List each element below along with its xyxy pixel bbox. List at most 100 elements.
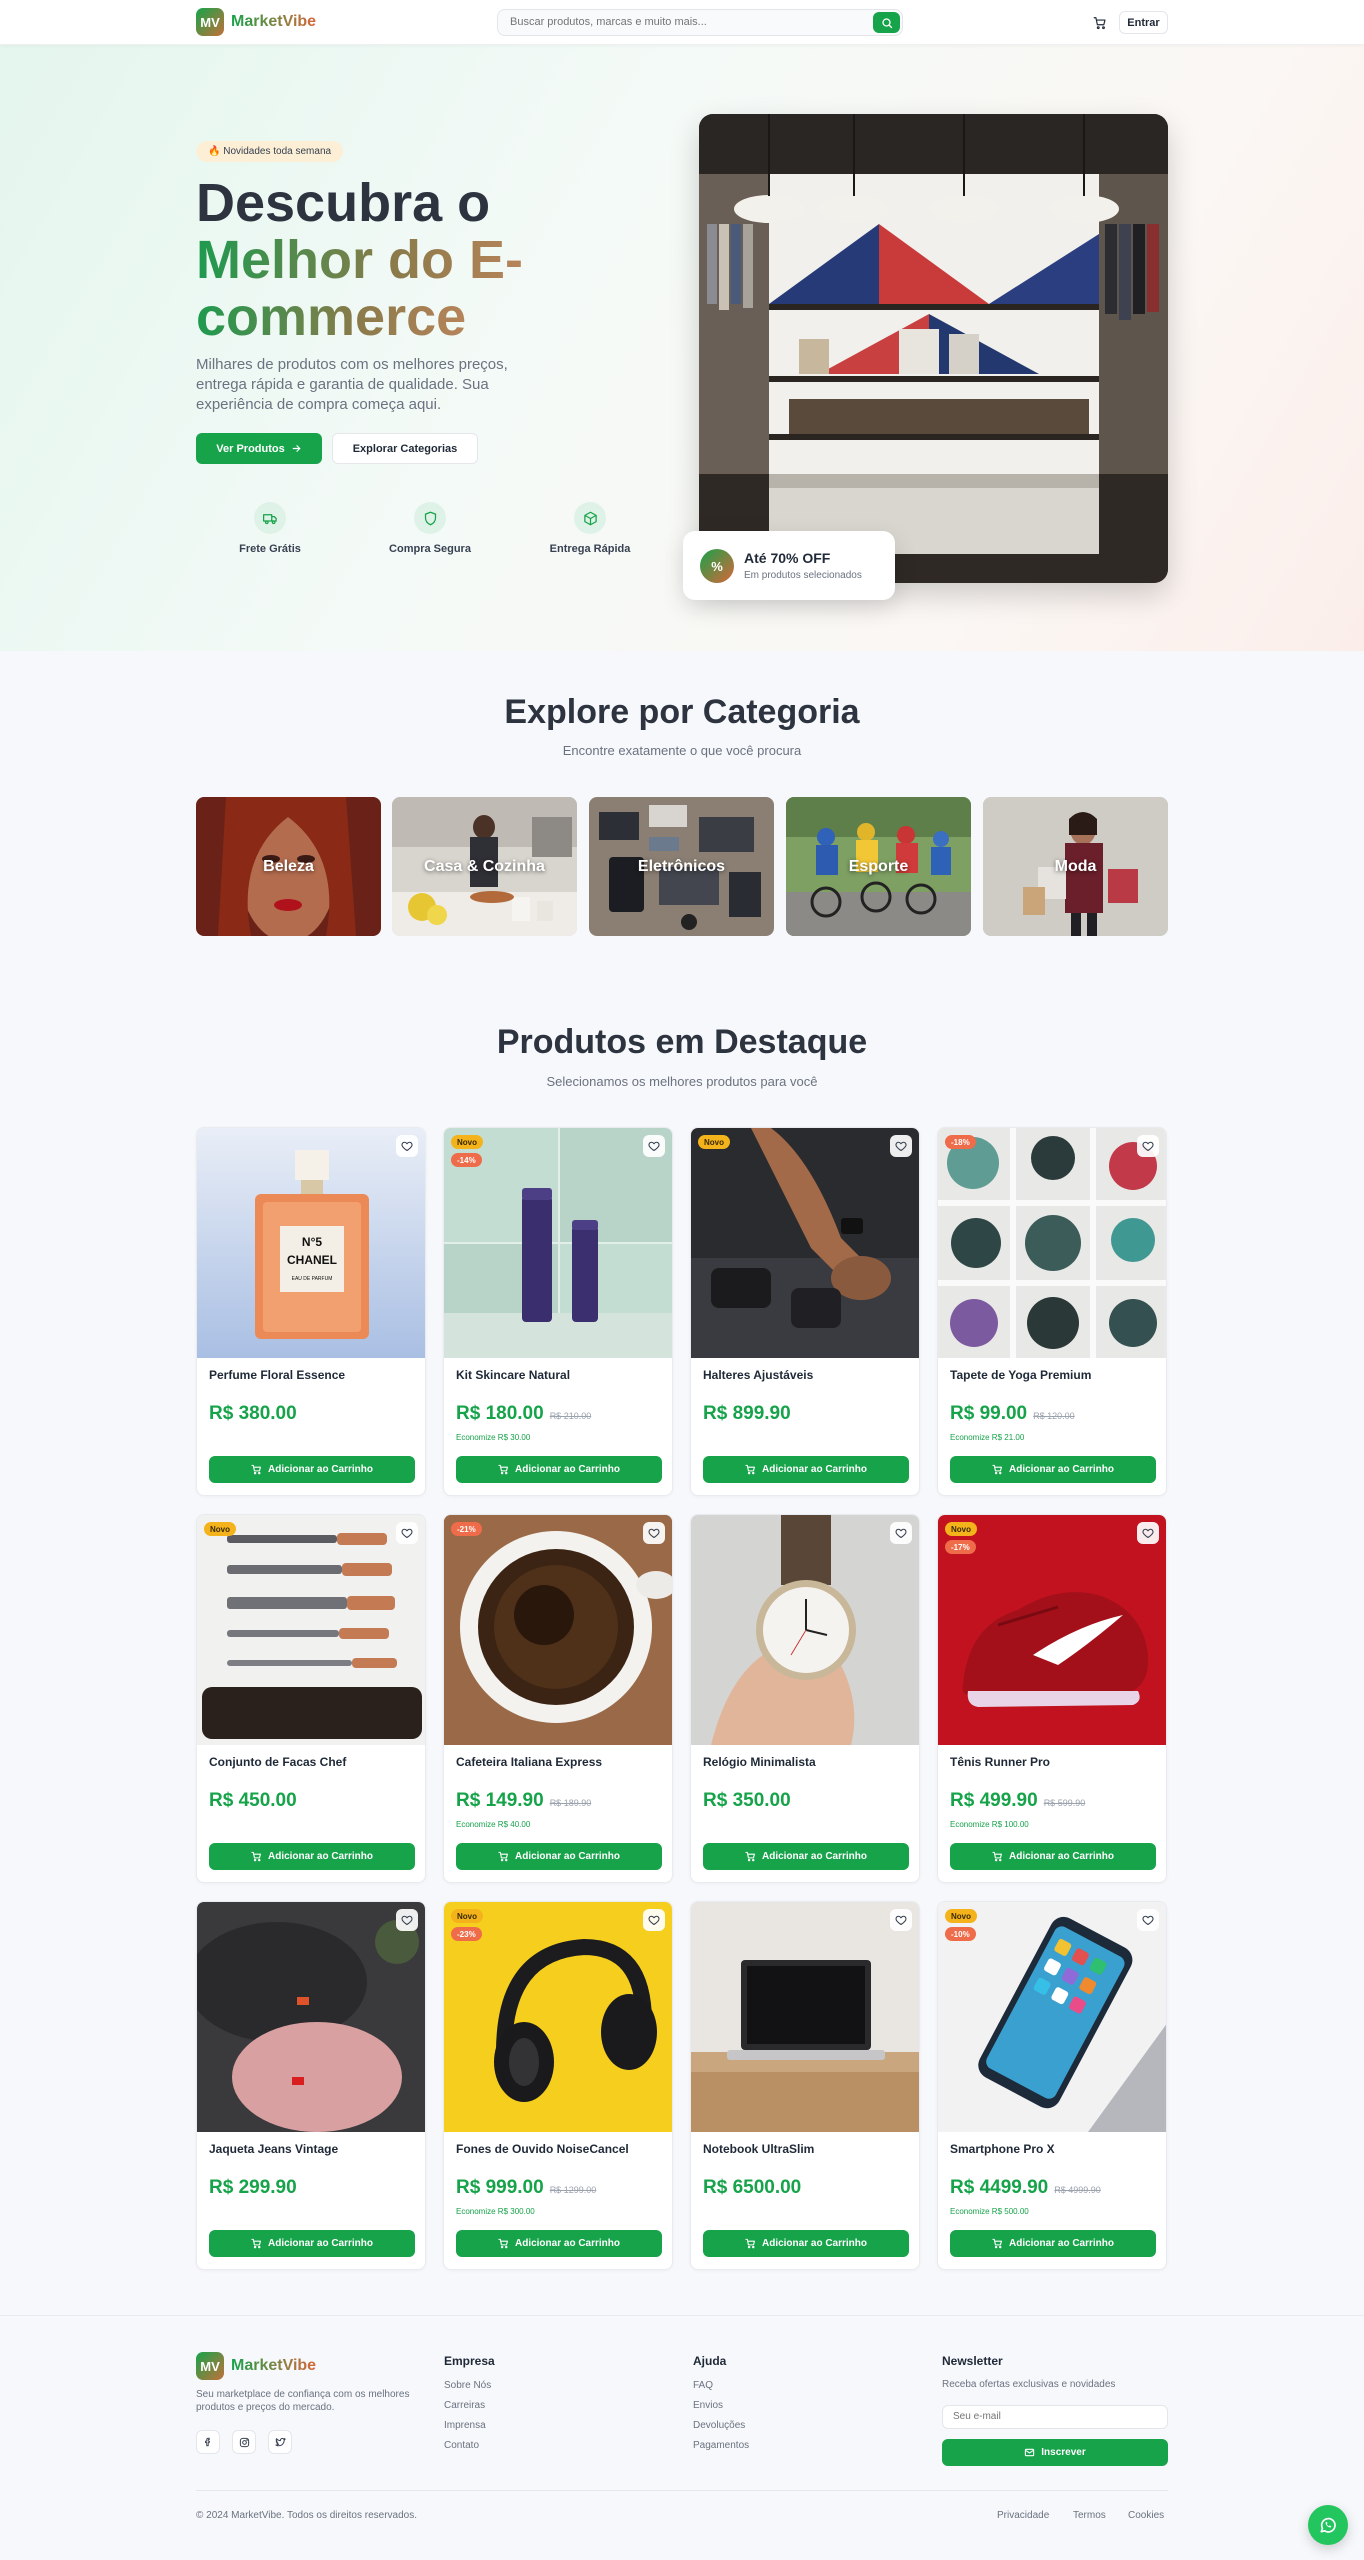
add-to-cart-button[interactable]: Adicionar ao Carrinho bbox=[456, 1843, 662, 1870]
cart-icon bbox=[992, 1851, 1002, 1862]
hero-title-line1: Descubra o bbox=[196, 173, 491, 233]
company-title: Empresa bbox=[444, 2354, 495, 2368]
add-to-cart-button[interactable]: Adicionar ao Carrinho bbox=[950, 2230, 1156, 2257]
favorite-button[interactable] bbox=[1137, 1909, 1159, 1931]
instagram-button[interactable] bbox=[232, 2430, 256, 2454]
product-name[interactable]: Notebook UltraSlim bbox=[703, 2142, 814, 2156]
price-row: R$ 380.00 bbox=[209, 1403, 297, 1425]
subscribe-label: Inscrever bbox=[1041, 2447, 1086, 2458]
explore-categories-button[interactable]: Explorar Categorias bbox=[332, 433, 478, 464]
product-name[interactable]: Kit Skincare Natural bbox=[456, 1368, 570, 1382]
product-card[interactable]: Novo Conjunto de Facas Chef R$ 450.00 Ad… bbox=[196, 1514, 426, 1883]
footer-link-payments[interactable]: Pagamentos bbox=[693, 2440, 749, 2451]
product-card[interactable]: Novo -14% Kit Skincare Natural R$ 180.00… bbox=[443, 1127, 673, 1496]
favorite-button[interactable] bbox=[643, 1909, 665, 1931]
footer-logo[interactable]: MV MarketVibe bbox=[196, 2352, 316, 2380]
add-to-cart-button[interactable]: Adicionar ao Carrinho bbox=[703, 2230, 909, 2257]
favorite-button[interactable] bbox=[890, 1135, 912, 1157]
price-row: R$ 499.90 R$ 599.90 bbox=[950, 1790, 1085, 1812]
add-to-cart-button[interactable]: Adicionar ao Carrinho bbox=[703, 1843, 909, 1870]
product-card[interactable]: Novo -17% Tênis Runner Pro R$ 499.90 R$ 5… bbox=[937, 1514, 1167, 1883]
favorite-button[interactable] bbox=[396, 1135, 418, 1157]
category-label: Eletrônicos bbox=[637, 857, 726, 875]
favorite-button[interactable] bbox=[1137, 1135, 1159, 1157]
product-image-beanies bbox=[197, 1902, 425, 2132]
product-card[interactable]: -21% Cafeteira Italiana Express R$ 149.9… bbox=[443, 1514, 673, 1883]
add-to-cart-button[interactable]: Adicionar ao Carrinho bbox=[950, 1456, 1156, 1483]
facebook-button[interactable] bbox=[196, 2430, 220, 2454]
product-name[interactable]: Tapete de Yoga Premium bbox=[950, 1368, 1091, 1382]
add-to-cart-button[interactable]: Adicionar ao Carrinho bbox=[456, 1456, 662, 1483]
product-name[interactable]: Relógio Minimalista bbox=[703, 1755, 816, 1769]
cart-icon bbox=[251, 1851, 261, 1862]
favorite-button[interactable] bbox=[1137, 1522, 1159, 1544]
product-name[interactable]: Jaqueta Jeans Vintage bbox=[209, 2142, 338, 2156]
logo-text: MarketVibe bbox=[231, 13, 317, 30]
product-name[interactable]: Fones de Ouvido NoiseCancel bbox=[456, 2142, 629, 2156]
add-to-cart-button[interactable]: Adicionar ao Carrinho bbox=[209, 2230, 415, 2257]
cart-icon bbox=[992, 2238, 1002, 2249]
cart-button[interactable] bbox=[1090, 13, 1110, 33]
category-card-eletronicos[interactable]: Eletrônicos bbox=[589, 797, 774, 936]
footer-link-press[interactable]: Imprensa bbox=[444, 2420, 486, 2431]
price-row: R$ 299.90 bbox=[209, 2177, 297, 2199]
footer-link-terms[interactable]: Termos bbox=[1073, 2510, 1106, 2521]
site-logo[interactable]: MV MarketVibe bbox=[196, 8, 316, 36]
product-card[interactable]: N°5 CHANEL EAU DE PARFUM Perfume Floral … bbox=[196, 1127, 426, 1496]
product-card[interactable]: -18% Tapete de Yoga Premium R$ 99.00 R$ 1… bbox=[937, 1127, 1167, 1496]
footer-link-returns[interactable]: Devoluções bbox=[693, 2420, 745, 2431]
product-name[interactable]: Halteres Ajustáveis bbox=[703, 1368, 813, 1382]
old-price: R$ 1299.00 bbox=[549, 2185, 597, 2195]
add-to-cart-button[interactable]: Adicionar ao Carrinho bbox=[209, 1456, 415, 1483]
product-image-perfume: N°5 CHANEL EAU DE PARFUM bbox=[197, 1128, 425, 1358]
product-name[interactable]: Cafeteira Italiana Express bbox=[456, 1755, 602, 1769]
favorite-button[interactable] bbox=[890, 1522, 912, 1544]
price-row: R$ 149.90 R$ 189.90 bbox=[456, 1790, 591, 1812]
newsletter-email-input[interactable] bbox=[953, 2411, 1153, 2422]
product-name[interactable]: Tênis Runner Pro bbox=[950, 1755, 1050, 1769]
truck-icon bbox=[262, 513, 277, 524]
whatsapp-button[interactable] bbox=[1308, 2505, 1348, 2545]
twitter-button[interactable] bbox=[268, 2430, 292, 2454]
favorite-button[interactable] bbox=[396, 1909, 418, 1931]
footer-link-cookies[interactable]: Cookies bbox=[1128, 2510, 1164, 2521]
category-card-casa-cozinha[interactable]: Casa & Cozinha bbox=[392, 797, 577, 936]
add-to-cart-button[interactable]: Adicionar ao Carrinho bbox=[703, 1456, 909, 1483]
search-button[interactable] bbox=[873, 12, 900, 33]
favorite-button[interactable] bbox=[643, 1135, 665, 1157]
favorite-button[interactable] bbox=[643, 1522, 665, 1544]
product-card[interactable]: Notebook UltraSlim R$ 6500.00 Adicionar … bbox=[690, 1901, 920, 2270]
category-card-beleza[interactable]: Beleza bbox=[196, 797, 381, 936]
product-name[interactable]: Smartphone Pro X bbox=[950, 2142, 1055, 2156]
view-products-label: Ver Produtos bbox=[216, 442, 285, 455]
product-card[interactable]: Jaqueta Jeans Vintage R$ 299.90 Adiciona… bbox=[196, 1901, 426, 2270]
product-card[interactable]: Novo -10% Smartphone Pro X R$ 4499.90 R$ … bbox=[937, 1901, 1167, 2270]
price-row: R$ 450.00 bbox=[209, 1790, 297, 1812]
favorite-button[interactable] bbox=[396, 1522, 418, 1544]
heart-icon bbox=[648, 1915, 660, 1926]
product-card[interactable]: Novo Halteres Ajustáveis R$ 899.90 Adici… bbox=[690, 1127, 920, 1496]
product-name[interactable]: Perfume Floral Essence bbox=[209, 1368, 345, 1382]
category-card-esporte[interactable]: Esporte bbox=[786, 797, 971, 936]
product-name[interactable]: Conjunto de Facas Chef bbox=[209, 1755, 346, 1769]
add-to-cart-label: Adicionar ao Carrinho bbox=[761, 1851, 867, 1862]
search-input[interactable] bbox=[510, 16, 850, 28]
footer-link-shipping[interactable]: Envios bbox=[693, 2400, 723, 2411]
add-to-cart-button[interactable]: Adicionar ao Carrinho bbox=[456, 2230, 662, 2257]
footer-link-contact[interactable]: Contato bbox=[444, 2440, 479, 2451]
footer-link-careers[interactable]: Carreiras bbox=[444, 2400, 485, 2411]
favorite-button[interactable] bbox=[890, 1909, 912, 1931]
footer-link-about[interactable]: Sobre Nós bbox=[444, 2380, 491, 2391]
footer-link-privacy[interactable]: Privacidade bbox=[997, 2510, 1049, 2521]
add-to-cart-button[interactable]: Adicionar ao Carrinho bbox=[209, 1843, 415, 1870]
category-card-moda[interactable]: Moda bbox=[983, 797, 1168, 936]
login-button[interactable]: Entrar bbox=[1119, 11, 1168, 34]
view-products-button[interactable]: Ver Produtos bbox=[196, 433, 322, 464]
product-card[interactable]: Novo -23% Fones de Ouvido NoiseCancel R$… bbox=[443, 1901, 673, 2270]
hero-description: Milhares de produtos com os melhores pre… bbox=[196, 356, 508, 413]
footer-link-faq[interactable]: FAQ bbox=[693, 2380, 713, 2391]
product-card[interactable]: Relógio Minimalista R$ 350.00 Adicionar … bbox=[690, 1514, 920, 1883]
add-to-cart-button[interactable]: Adicionar ao Carrinho bbox=[950, 1843, 1156, 1870]
add-to-cart-label: Adicionar ao Carrinho bbox=[761, 1464, 867, 1475]
subscribe-button[interactable]: Inscrever bbox=[942, 2439, 1168, 2466]
